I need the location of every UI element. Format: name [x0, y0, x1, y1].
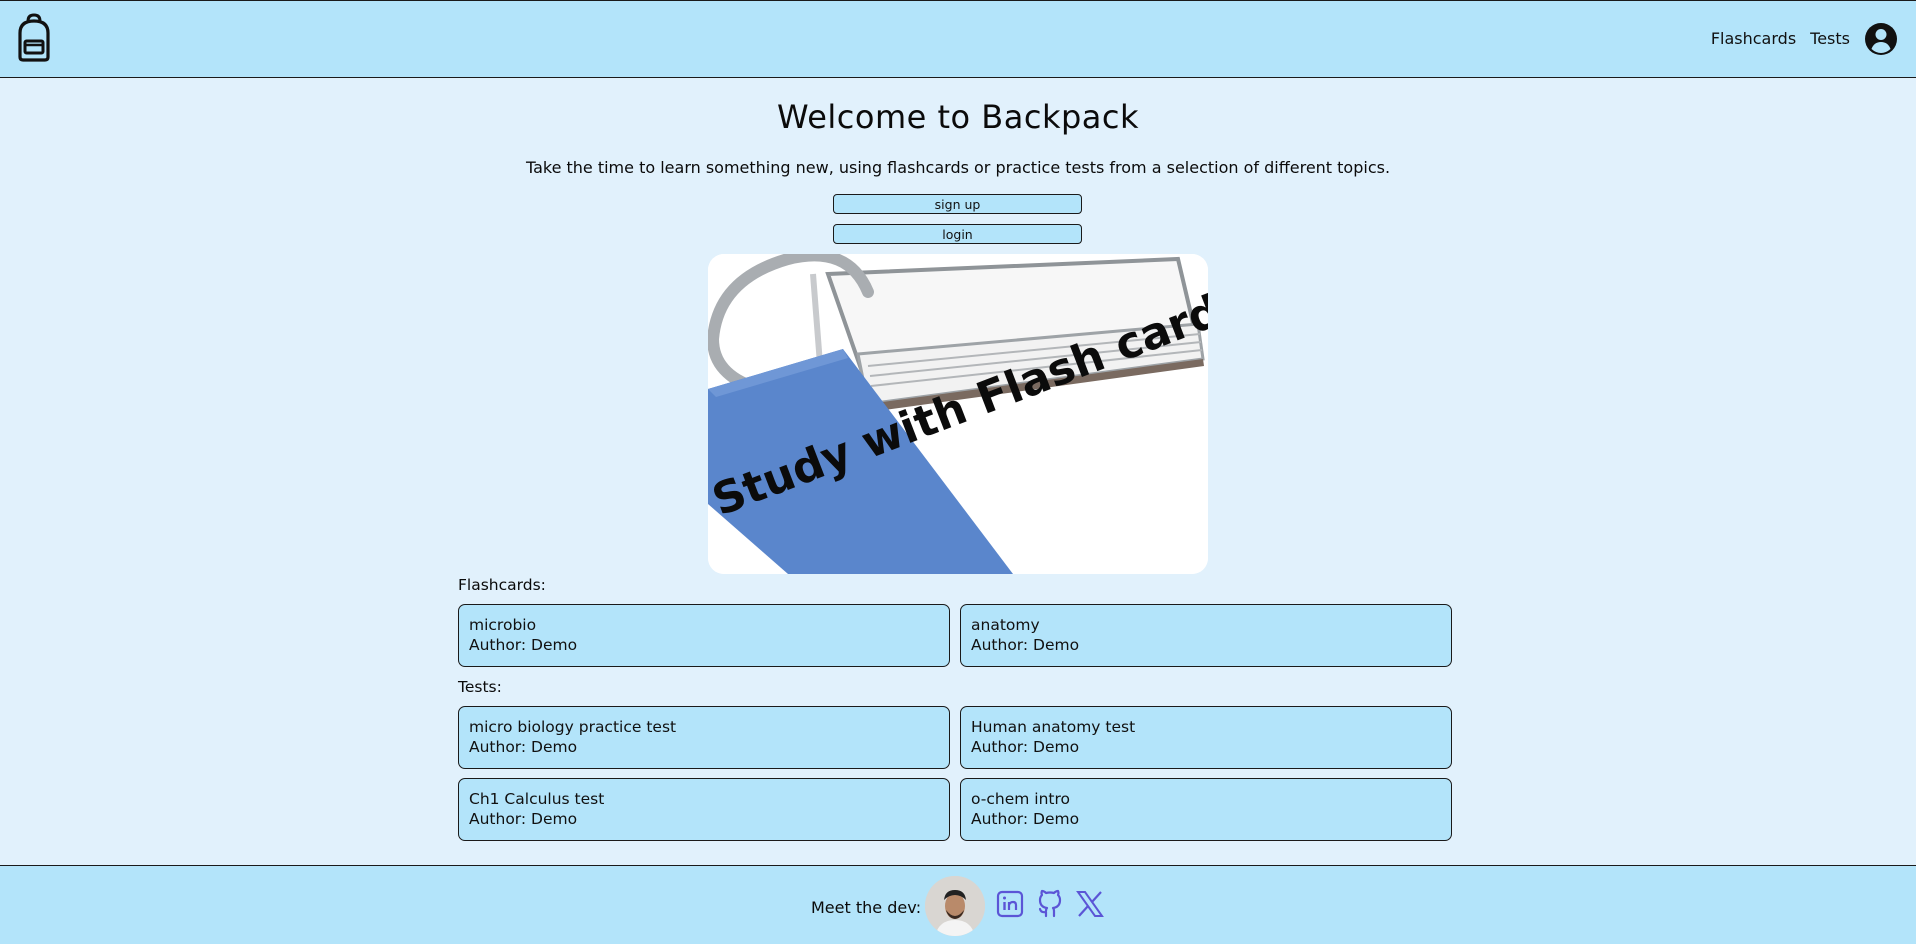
flashcard-set-card[interactable]: anatomy Author: Demo	[960, 604, 1452, 667]
card-title: microbio	[469, 616, 537, 634]
card-title: o-chem intro	[971, 790, 1070, 808]
nav-flashcards-link[interactable]: Flashcards	[1711, 21, 1796, 57]
test-card[interactable]: micro biology practice test Author: Demo	[458, 706, 950, 769]
page-subtitle: Take the time to learn something new, us…	[525, 158, 1391, 177]
card-author: Author: Demo	[469, 636, 578, 654]
meet-the-dev-label: Meet the dev:	[811, 898, 922, 917]
card-title: micro biology practice test	[469, 718, 677, 736]
test-card[interactable]: Ch1 Calculus test Author: Demo	[458, 778, 950, 841]
linkedin-icon[interactable]	[994, 888, 1026, 920]
card-title: Ch1 Calculus test	[469, 790, 605, 808]
developer-avatar	[925, 876, 985, 936]
sign-up-button[interactable]: sign up	[833, 194, 1082, 214]
hero-banner-image: Study with Flash cards!	[708, 254, 1208, 574]
card-title: anatomy	[971, 616, 1040, 634]
backpack-icon[interactable]	[14, 13, 54, 63]
flashcards-section-label: Flashcards:	[458, 576, 546, 594]
nav-tests-link[interactable]: Tests	[1810, 21, 1850, 57]
footer: Meet the dev:	[0, 865, 1916, 944]
top-nav-bar: Flashcards Tests	[0, 0, 1916, 78]
card-author: Author: Demo	[469, 810, 578, 828]
login-button[interactable]: login	[833, 224, 1082, 244]
card-author: Author: Demo	[469, 738, 578, 756]
card-title: Human anatomy test	[971, 718, 1136, 736]
tests-section-label: Tests:	[458, 678, 502, 696]
account-circle-icon[interactable]	[1864, 22, 1898, 56]
page-title: Welcome to Backpack	[776, 98, 1140, 136]
test-card[interactable]: Human anatomy test Author: Demo	[960, 706, 1452, 769]
github-icon[interactable]	[1034, 888, 1066, 920]
card-author: Author: Demo	[971, 636, 1080, 654]
flashcard-set-card[interactable]: microbio Author: Demo	[458, 604, 950, 667]
nav-links: Flashcards Tests	[1711, 21, 1898, 57]
card-author: Author: Demo	[971, 738, 1080, 756]
x-icon[interactable]	[1074, 888, 1106, 920]
card-author: Author: Demo	[971, 810, 1080, 828]
test-card[interactable]: o-chem intro Author: Demo	[960, 778, 1452, 841]
